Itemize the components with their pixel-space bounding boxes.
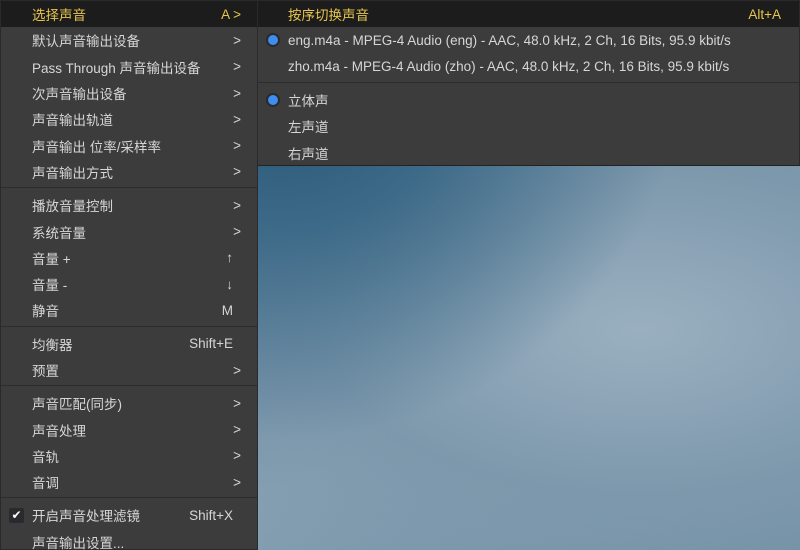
menu-item-volume-up[interactable]: 音量 + ↑ — [1, 245, 257, 271]
arrow-down-icon: ↓ — [226, 276, 233, 292]
menu-item-label: 声音输出方式 — [32, 165, 113, 181]
menu-item-label: 声音输出 位率/采样率 — [32, 139, 162, 155]
chevron-right-icon: > — [233, 448, 241, 464]
menu-item-select-audio[interactable]: 选择声音 A > — [1, 1, 257, 28]
channel-right[interactable]: 右声道 — [258, 139, 799, 165]
menu-item-cycle-audio[interactable]: 按序切换声音 Alt+A — [258, 1, 799, 28]
menu-item-pitch[interactable]: 音调 > — [1, 469, 257, 495]
shortcut-label: Shift+X — [189, 507, 233, 523]
chevron-right-icon: > — [233, 474, 241, 490]
shortcut-label: Alt+A — [748, 6, 781, 22]
menu-item-mute[interactable]: 静音 M — [1, 297, 257, 323]
chevron-right-icon: > — [233, 197, 241, 213]
checkmark-icon: ✔ — [9, 508, 24, 524]
menu-item-equalizer[interactable]: 均衡器 Shift+E — [1, 331, 257, 357]
menu-item-output-mode[interactable]: 声音输出方式 > — [1, 159, 257, 185]
menu-item-label: zho.m4a - MPEG-4 Audio (zho) - AAC, 48.0… — [288, 59, 730, 75]
menu-item-audio-sync[interactable]: 声音匹配(同步) > — [1, 390, 257, 416]
chevron-right-icon: > — [233, 32, 241, 48]
menu-item-label: 按序切换声音 — [288, 8, 369, 24]
menu-item-label: 声音匹配(同步) — [32, 397, 122, 413]
audio-track-eng[interactable]: eng.m4a - MPEG-4 Audio (eng) - AAC, 48.0… — [258, 27, 799, 53]
menu-item-label: 系统音量 — [32, 225, 86, 241]
menu-item-label: 左声道 — [288, 120, 329, 136]
channel-left[interactable]: 左声道 — [258, 113, 799, 139]
audio-context-menu: 选择声音 A > 默认声音输出设备 > Pass Through 声音输出设备 > 次… — [0, 0, 258, 550]
menu-item-label: 声音处理 — [32, 423, 86, 439]
menu-item-label: 音量 - — [32, 278, 68, 294]
menu-item-label: 音调 — [32, 476, 59, 492]
menu-item-label: 音轨 — [32, 449, 59, 465]
shortcut-label: A > — [221, 6, 241, 22]
radio-selected-icon — [268, 35, 278, 46]
menu-item-label: 选择声音 — [32, 8, 86, 24]
menu-item-volume-down[interactable]: 音量 - ↓ — [1, 271, 257, 297]
menu-item-secondary-output-device[interactable]: 次声音输出设备 > — [1, 80, 257, 106]
chevron-right-icon: > — [233, 362, 241, 378]
menu-item-label: 音量 + — [32, 251, 71, 267]
shortcut-label: Shift+E — [189, 336, 233, 352]
chevron-right-icon: > — [233, 164, 241, 180]
chevron-right-icon: > — [233, 59, 241, 75]
chevron-right-icon: > — [233, 85, 241, 101]
menu-item-label: 右声道 — [288, 146, 329, 162]
menu-item-label: 声音输出设置... — [32, 535, 125, 550]
select-audio-submenu: 按序切换声音 Alt+A eng.m4a - MPEG-4 Audio (eng)… — [257, 0, 800, 166]
menu-item-label: 静音 — [32, 304, 59, 320]
radio-selected-icon — [268, 95, 278, 106]
arrow-up-icon: ↑ — [226, 250, 233, 266]
channel-stereo[interactable]: 立体声 — [258, 87, 799, 113]
audio-track-zho[interactable]: zho.m4a - MPEG-4 Audio (zho) - AAC, 48.0… — [258, 54, 799, 80]
menu-item-default-output-device[interactable]: 默认声音输出设备 > — [1, 27, 257, 53]
menu-item-label: 播放音量控制 — [32, 199, 113, 215]
menu-item-label: 次声音输出设备 — [32, 87, 127, 103]
menu-item-label: 立体声 — [288, 94, 329, 110]
chevron-right-icon: > — [233, 138, 241, 154]
menu-item-enable-audio-filters[interactable]: ✔ 开启声音处理滤镜 Shift+X — [1, 502, 257, 528]
menu-item-bitrate-samplerate[interactable]: 声音输出 位率/采样率 > — [1, 132, 257, 158]
menu-item-pass-through-device[interactable]: Pass Through 声音输出设备 > — [1, 54, 257, 80]
chevron-right-icon: > — [233, 224, 241, 240]
menu-item-label: eng.m4a - MPEG-4 Audio (eng) - AAC, 48.0… — [288, 32, 731, 48]
menu-item-label: 预置 — [32, 364, 59, 379]
menu-item-presets[interactable]: 预置 > — [1, 357, 257, 383]
chevron-right-icon: > — [233, 111, 241, 127]
chevron-right-icon: > — [233, 395, 241, 411]
shortcut-label: M — [221, 302, 233, 318]
menu-item-label: Pass Through 声音输出设备 — [32, 60, 201, 76]
menu-item-label: 均衡器 — [32, 337, 73, 353]
menu-item-audio-output-settings[interactable]: 声音输出设置... — [1, 529, 257, 550]
chevron-right-icon: > — [233, 422, 241, 438]
menu-item-system-volume[interactable]: 系统音量 > — [1, 218, 257, 244]
menu-item-audio-track[interactable]: 音轨 > — [1, 443, 257, 469]
menu-item-output-track[interactable]: 声音输出轨道 > — [1, 106, 257, 132]
menu-item-playback-volume-control[interactable]: 播放音量控制 > — [1, 192, 257, 218]
menu-item-label: 声音输出轨道 — [32, 113, 113, 129]
menu-item-audio-processing[interactable]: 声音处理 > — [1, 416, 257, 442]
menu-item-label: 默认声音输出设备 — [32, 34, 140, 50]
menu-item-label: 开启声音处理滤镜 — [32, 509, 140, 525]
